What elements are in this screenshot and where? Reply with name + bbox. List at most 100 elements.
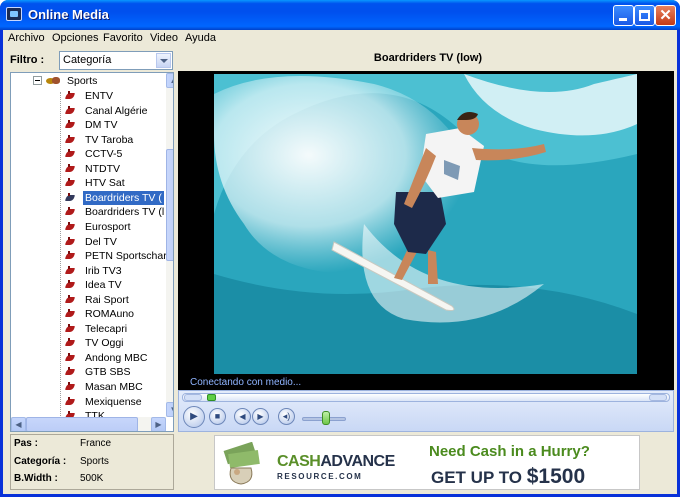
- scroll-thumb-horizontal[interactable]: [26, 417, 138, 431]
- title-bar[interactable]: Online Media ✕: [0, 0, 680, 30]
- info-value: France: [80, 438, 112, 449]
- channel-name: PETN Sportschar: [85, 250, 167, 263]
- maximize-icon: [639, 10, 650, 21]
- scroll-left-button[interactable]: ◀: [11, 417, 26, 431]
- play-icon: ▶: [190, 411, 198, 422]
- channel-leaf-icon: [65, 207, 76, 217]
- tree-category-label: Sports: [67, 75, 98, 87]
- channel-leaf-icon: [65, 382, 76, 392]
- ad-logo-advance: ADVANCE: [320, 453, 395, 470]
- scroll-down-button[interactable]: ▼: [166, 402, 173, 417]
- volume-icon: ◂): [282, 411, 291, 421]
- ad-offer: GET UP TO $1500: [431, 465, 585, 489]
- menu-opciones[interactable]: Opciones: [52, 32, 98, 44]
- ad-logo: CASHADVANCE: [277, 453, 395, 471]
- video-frame: [214, 74, 637, 374]
- previous-button[interactable]: ◀: [234, 408, 251, 425]
- channel-leaf-icon: [65, 251, 76, 261]
- tree-horizontal-scrollbar[interactable]: ◀ ▶: [11, 417, 166, 431]
- close-icon: ✕: [659, 7, 672, 24]
- scroll-thumb-vertical[interactable]: [166, 149, 173, 261]
- menu-favorito[interactable]: Favorito: [103, 32, 143, 44]
- minimize-button[interactable]: [613, 5, 634, 26]
- app-tv-icon: [6, 7, 22, 21]
- channel-name: GTB SBS: [85, 366, 131, 379]
- seek-position-marker[interactable]: [207, 394, 216, 401]
- volume-slider-knob[interactable]: [322, 411, 330, 425]
- channel-leaf-icon: [65, 338, 76, 348]
- channel-leaf-icon: [65, 221, 76, 232]
- channel-name: NTDTV: [85, 162, 120, 175]
- channel-name: TV Taroba: [85, 133, 134, 146]
- channel-name: Rai Sport: [85, 293, 129, 306]
- app-window: Online Media ✕ Archivo Opciones Favorito…: [0, 0, 680, 497]
- surfer-video-image: [214, 74, 637, 374]
- ad-panel: CASHADVANCE RESOURCE.COM Need Cash in a …: [178, 433, 674, 492]
- channel-name: Andong MBC: [85, 351, 148, 364]
- info-row-country: Pa­s : France: [14, 438, 172, 454]
- money-bag-icon: [223, 442, 260, 485]
- info-key: Pa­s :: [14, 438, 38, 449]
- video-player[interactable]: [178, 71, 674, 377]
- info-key: Categoría :: [14, 456, 67, 467]
- scroll-up-button[interactable]: ▲: [166, 73, 173, 88]
- channel-name: ROMAuno: [85, 308, 135, 321]
- channel-leaf-icon: [65, 367, 76, 377]
- menu-archivo[interactable]: Archivo: [8, 32, 45, 44]
- channel-name: Masan MBC: [85, 381, 143, 393]
- filter-dropdown[interactable]: Categoría: [59, 51, 173, 70]
- connection-status: Conectando con medio...: [190, 377, 302, 388]
- channel-leaf-icon: [65, 105, 76, 116]
- window-title: Online Media: [28, 7, 109, 22]
- player-status-bar: Conectando con medio...: [178, 376, 674, 390]
- maximize-button[interactable]: [634, 5, 655, 26]
- channel-name: DM TV: [85, 119, 118, 132]
- info-row-bandwidth: B.Width : 500K: [14, 473, 172, 489]
- channel-leaf-icon: [65, 134, 76, 145]
- ad-logo-cash: CASH: [277, 453, 321, 470]
- stop-button[interactable]: ■: [209, 408, 226, 425]
- ad-logo-subtitle: RESOURCE.COM: [277, 472, 363, 481]
- info-row-category: Categoría : Sports: [14, 456, 172, 472]
- channel-name: Mexiquense: [85, 395, 142, 408]
- menu-ayuda[interactable]: Ayuda: [185, 32, 216, 44]
- channel-leaf-icon: [65, 280, 76, 290]
- channel-leaf-icon: [65, 192, 76, 203]
- menu-video[interactable]: Video: [150, 32, 178, 44]
- tree-connector-lines: [60, 92, 61, 431]
- channel-tree[interactable]: Sports ENTV Canal Algérie DM TV TV Taroba CC…: [10, 72, 174, 432]
- channel-name: Boardriders TV (l: [85, 206, 165, 219]
- channel-name: Canal Algérie: [85, 104, 148, 117]
- chevron-down-icon[interactable]: [156, 53, 171, 68]
- ad-banner[interactable]: CASHADVANCE RESOURCE.COM Need Cash in a …: [214, 435, 640, 490]
- tree-vertical-scrollbar[interactable]: ▲ ▼: [166, 73, 173, 417]
- channel-name: Del TV: [85, 235, 117, 248]
- channel-name: Eurosport: [85, 220, 131, 233]
- seek-back-cap[interactable]: [184, 394, 202, 401]
- channel-name: HTV Sat: [85, 177, 125, 190]
- channel-leaf-icon: [65, 294, 76, 305]
- filter-label: Filtro :: [10, 54, 45, 66]
- seek-forward-cap[interactable]: [649, 394, 667, 401]
- channel-name: Irib TV3: [85, 264, 122, 277]
- channel-info-panel: Pa­s : France Categoría : Sports B.Width…: [10, 434, 174, 490]
- channel-name: Telecapri: [85, 322, 128, 335]
- channel-leaf-icon: [65, 120, 76, 130]
- ad-offer-amount: $1500: [526, 465, 586, 488]
- next-button[interactable]: ▶: [252, 408, 269, 425]
- chevron-up-icon: ▲: [167, 74, 173, 87]
- collapse-icon[interactable]: [33, 76, 42, 85]
- seek-bar[interactable]: [182, 393, 670, 402]
- play-button[interactable]: ▶: [183, 406, 205, 428]
- scroll-right-button[interactable]: ▶: [151, 417, 166, 431]
- close-button[interactable]: ✕: [655, 5, 676, 26]
- chevron-right-icon: ▶: [155, 420, 162, 429]
- mute-button[interactable]: ◂): [278, 408, 295, 425]
- channel-name: Boardriders TV (: [83, 190, 164, 205]
- channel-leaf-icon: [65, 352, 76, 363]
- channel-leaf-icon: [65, 396, 76, 407]
- channel-leaf-icon: [65, 323, 76, 334]
- next-icon: ▶: [257, 412, 264, 421]
- chevron-down-icon: ▼: [167, 403, 173, 416]
- info-value: Sports: [80, 456, 109, 467]
